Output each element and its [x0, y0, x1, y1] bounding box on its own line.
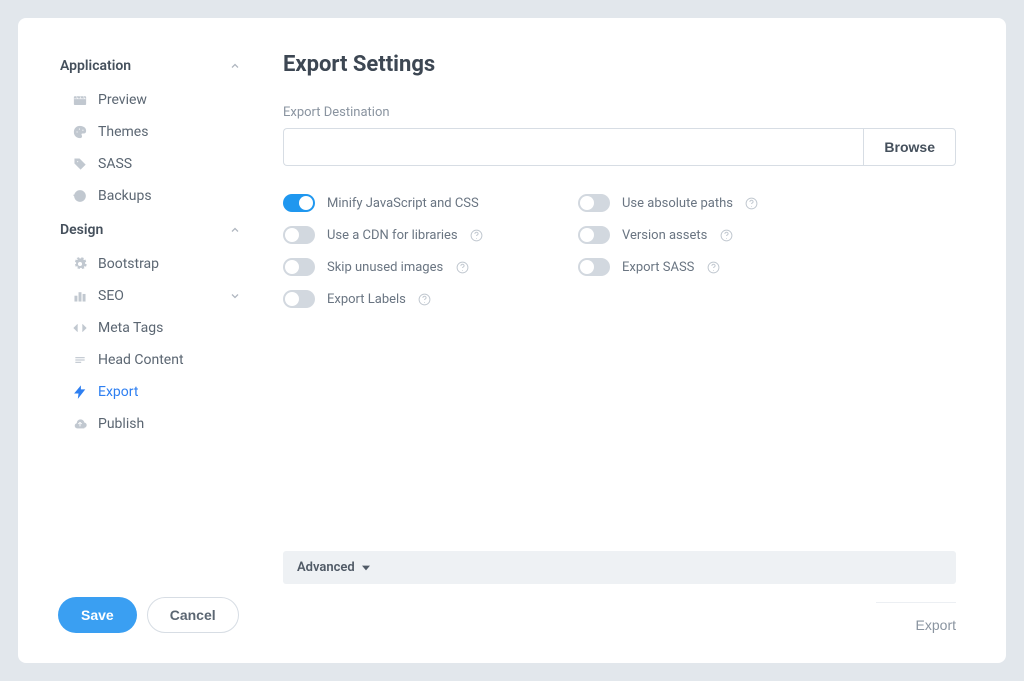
chevron-down-icon	[228, 289, 242, 303]
tags-icon	[72, 156, 88, 172]
palette-icon	[72, 124, 88, 140]
chevron-up-icon	[228, 59, 242, 73]
page-title: Export Settings	[283, 52, 956, 77]
sidebar-item-label: Bootstrap	[98, 256, 159, 272]
sidebar-item-label: Themes	[98, 124, 148, 140]
help-icon[interactable]	[455, 260, 469, 274]
export-button[interactable]: Export	[916, 617, 956, 633]
option-label: Use absolute paths	[622, 196, 733, 211]
bolt-icon	[72, 384, 88, 400]
chevron-up-icon	[228, 223, 242, 237]
destination-input[interactable]	[283, 128, 863, 166]
sidebar-item-label: Publish	[98, 416, 144, 432]
lines-icon	[72, 352, 88, 368]
advanced-toggle[interactable]: Advanced	[283, 551, 956, 584]
code-icon	[72, 320, 88, 336]
toggle-export-sass[interactable]	[578, 258, 610, 276]
sidebar-item-meta-tags[interactable]: Meta Tags	[58, 312, 248, 344]
sidebar-item-label: SASS	[98, 156, 132, 172]
sidebar-item-label: Meta Tags	[98, 320, 163, 336]
options-grid: Minify JavaScript and CSS Use absolute pa…	[283, 194, 843, 308]
option-cdn: Use a CDN for libraries	[283, 226, 548, 244]
sidebar-item-label: Head Content	[98, 352, 184, 368]
option-skip-images: Skip unused images	[283, 258, 548, 276]
history-icon	[72, 188, 88, 204]
help-icon[interactable]	[745, 196, 759, 210]
toggle-minify[interactable]	[283, 194, 315, 212]
gear-icon	[72, 256, 88, 272]
destination-label: Export Destination	[283, 105, 956, 120]
browse-button[interactable]: Browse	[863, 128, 956, 166]
cancel-button[interactable]: Cancel	[147, 597, 239, 633]
content-area: Export Settings Export Destination Brows…	[248, 48, 956, 633]
sidebar-item-seo[interactable]: SEO	[58, 280, 248, 312]
sidebar-item-label: Backups	[98, 188, 152, 204]
sidebar-item-label: Export	[98, 384, 138, 400]
sidebar-group-design[interactable]: Design	[58, 212, 248, 248]
option-minify: Minify JavaScript and CSS	[283, 194, 548, 212]
sidebar-item-backups[interactable]: Backups	[58, 180, 248, 212]
option-label: Version assets	[622, 228, 707, 243]
toggle-absolute-paths[interactable]	[578, 194, 610, 212]
toggle-export-labels[interactable]	[283, 290, 315, 308]
destination-row: Browse	[283, 128, 956, 166]
option-version-assets: Version assets	[578, 226, 843, 244]
option-export-sass: Export SASS	[578, 258, 843, 276]
chart-bar-icon	[72, 288, 88, 304]
option-absolute-paths: Use absolute paths	[578, 194, 843, 212]
help-icon[interactable]	[706, 260, 720, 274]
sidebar: Application Preview Themes	[58, 48, 248, 633]
help-icon[interactable]	[470, 228, 484, 242]
sidebar-group-label: Design	[60, 222, 103, 238]
toggle-version-assets[interactable]	[578, 226, 610, 244]
settings-panel: Application Preview Themes	[18, 18, 1006, 663]
sidebar-item-export[interactable]: Export	[58, 376, 248, 408]
option-label: Minify JavaScript and CSS	[327, 196, 479, 211]
toggle-skip-images[interactable]	[283, 258, 315, 276]
cloud-upload-icon	[72, 416, 88, 432]
sidebar-item-head-content[interactable]: Head Content	[58, 344, 248, 376]
footer-buttons: Save Cancel	[58, 577, 248, 633]
option-export-labels: Export Labels	[283, 290, 548, 308]
sidebar-item-bootstrap[interactable]: Bootstrap	[58, 248, 248, 280]
clapperboard-icon	[72, 92, 88, 108]
help-icon[interactable]	[418, 292, 432, 306]
option-label: Export SASS	[622, 260, 694, 275]
option-label: Skip unused images	[327, 260, 443, 275]
sidebar-nav: Application Preview Themes	[58, 48, 248, 577]
sidebar-item-preview[interactable]: Preview	[58, 84, 248, 116]
sidebar-group-label: Application	[60, 58, 131, 74]
toggle-cdn[interactable]	[283, 226, 315, 244]
sidebar-item-label: SEO	[98, 288, 124, 304]
sidebar-item-themes[interactable]: Themes	[58, 116, 248, 148]
advanced-label: Advanced	[297, 560, 355, 575]
sidebar-item-publish[interactable]: Publish	[58, 408, 248, 440]
export-footer: Export	[876, 602, 956, 633]
sidebar-item-label: Preview	[98, 92, 147, 108]
save-button[interactable]: Save	[58, 597, 137, 633]
caret-down-icon	[361, 563, 371, 573]
sidebar-item-sass[interactable]: SASS	[58, 148, 248, 180]
help-icon[interactable]	[719, 228, 733, 242]
option-label: Use a CDN for libraries	[327, 228, 458, 243]
sidebar-group-application[interactable]: Application	[58, 48, 248, 84]
option-label: Export Labels	[327, 292, 406, 307]
